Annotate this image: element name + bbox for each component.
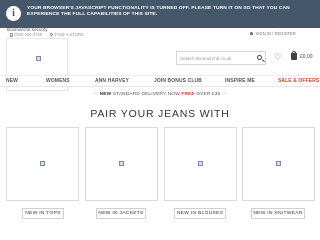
search-icon[interactable] (257, 55, 262, 60)
product-card[interactable] (164, 127, 237, 201)
shopping-bag-icon[interactable] (291, 50, 297, 60)
delivery-dash-right: — (221, 92, 227, 97)
delivery-banner: — NEW STANDARD DELIVERY NOW FREE OVER £3… (0, 92, 320, 97)
delivery-text: STANDARD DELIVERY NOW (111, 92, 182, 97)
nav-item-womens[interactable]: WOMENS (46, 78, 70, 84)
search-box (176, 51, 266, 65)
nav-item-new[interactable]: NEW (6, 78, 18, 84)
nav-item-inspire-me[interactable]: INSPIRE ME (225, 78, 255, 84)
nav-item-join-bonus-club[interactable]: JOIN BONUS CLUB (154, 78, 202, 84)
javascript-disabled-message: YOUR BROWSER'S JAVASCRIPT FUNCTIONALITY … (27, 6, 290, 18)
product-card[interactable] (85, 127, 158, 201)
delivery-free: FREE (181, 92, 195, 97)
phone-icon (10, 32, 13, 37)
account-link[interactable]: SIGN IN / REGISTER (250, 31, 296, 36)
delivery-dash-left: — (93, 92, 99, 97)
heart-icon[interactable]: ♡ (274, 53, 282, 62)
new-in-tops-button[interactable]: NEW IN TOPS (22, 208, 64, 219)
broken-image-icon (36, 56, 41, 61)
location-pin-icon (49, 32, 54, 37)
store-finder-label: FIND A STORE (55, 32, 84, 37)
javascript-disabled-banner: i YOUR BROWSER'S JAVASCRIPT FUNCTIONALIT… (0, 0, 320, 28)
info-icon: i (6, 6, 21, 21)
nav-item-ann-harvey[interactable]: ANN HARVEY (95, 78, 129, 84)
account-label: SIGN IN / REGISTER (255, 31, 296, 36)
phone-number: 0330 026 2738 (14, 32, 43, 37)
broken-image-icon (40, 161, 45, 166)
broken-image-icon (119, 161, 124, 166)
search-input[interactable] (180, 53, 250, 63)
broken-image-icon (276, 161, 281, 166)
store-finder-link[interactable]: FIND A STORE (49, 32, 84, 37)
new-in-knitwear-button[interactable]: NEW IN KNITWEAR (251, 208, 305, 219)
user-icon (250, 32, 254, 36)
section-title: PAIR YOUR JEANS WITH (90, 108, 230, 120)
new-in-jackets-button[interactable]: NEW IN JACKETS (96, 208, 146, 219)
new-in-blouses-button[interactable]: NEW IN BLOUSES (174, 208, 226, 219)
main-nav: NEW WOMENS ANN HARVEY JOIN BONUS CLUB IN… (0, 75, 320, 87)
product-card[interactable] (242, 127, 315, 201)
product-card[interactable] (6, 127, 79, 201)
phone-link[interactable]: 0330 026 2738 (10, 32, 42, 37)
broken-image-icon (198, 161, 203, 166)
nav-item-sale-offers[interactable]: SALE & OFFERS (278, 78, 319, 84)
delivery-new: NEW (99, 92, 112, 97)
basket-total[interactable]: £0.00 (300, 54, 313, 60)
delivery-threshold: OVER £35 (194, 92, 222, 97)
